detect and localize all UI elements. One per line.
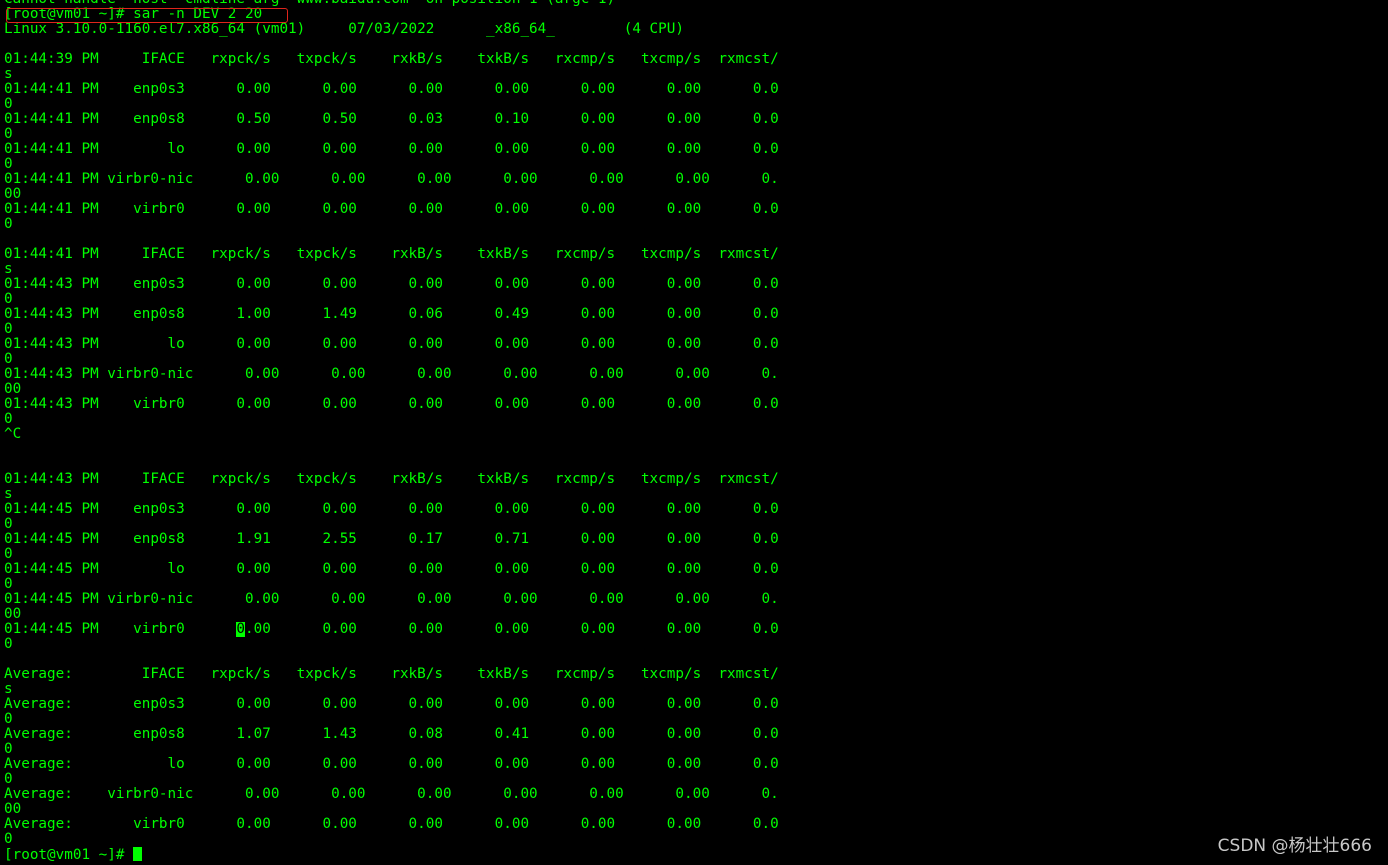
terminal-line: 01:44:41 PM enp0s8 0.50 0.50 0.03 0.10 0… [4,112,779,127]
terminal-line: s [4,487,13,502]
terminal-line: 00 [4,607,22,622]
terminal-line: 0 [4,322,13,337]
terminal-line: 01:44:41 PM enp0s3 0.00 0.00 0.00 0.00 0… [4,82,779,97]
terminal-line: 0 [4,547,13,562]
terminal-line: Average: IFACE rxpck/s txpck/s rxkB/s tx… [4,667,779,682]
terminal-line: 0 [4,832,13,847]
terminal-line: 01:44:41 PM lo 0.00 0.00 0.00 0.00 0.00 … [4,142,779,157]
terminal-line: 00 [4,802,22,817]
terminal-line: 0 [4,97,13,112]
terminal-line: 0 [4,577,13,592]
terminal-line: 01:44:45 PM enp0s8 1.91 2.55 0.17 0.71 0… [4,532,779,547]
terminal-line: s [4,262,13,277]
terminal-line: 01:44:39 PM IFACE rxpck/s txpck/s rxkB/s… [4,52,779,67]
terminal-line: 01:44:43 PM virbr0 0.00 0.00 0.00 0.00 0… [4,397,779,412]
terminal-line: 0 [4,352,13,367]
terminal-line: 00 [4,187,22,202]
terminal-line: 01:44:41 PM virbr0-nic 0.00 0.00 0.00 0.… [4,172,779,187]
terminal-line: 01:44:43 PM lo 0.00 0.00 0.00 0.00 0.00 … [4,337,779,352]
terminal-line: 00 [4,382,22,397]
terminal-line: 01:44:45 PM enp0s3 0.00 0.00 0.00 0.00 0… [4,502,779,517]
terminal-line: 0 [4,412,13,427]
terminal-line: 01:44:43 PM IFACE rxpck/s txpck/s rxkB/s… [4,472,779,487]
text-cursor [133,847,143,861]
terminal-line: Average: virbr0-nic 0.00 0.00 0.00 0.00 … [4,787,779,802]
terminal-line: 0 [4,157,13,172]
csdn-watermark: CSDN @杨壮壮666 [1217,836,1372,856]
terminal-line: Average: virbr0 0.00 0.00 0.00 0.00 0.00… [4,817,779,832]
terminal-line: 0 [4,772,13,787]
terminal-line: 01:44:43 PM virbr0-nic 0.00 0.00 0.00 0.… [4,367,779,382]
terminal-line: 01:44:41 PM virbr0 0.00 0.00 0.00 0.00 0… [4,202,779,217]
terminal-line: Average: enp0s3 0.00 0.00 0.00 0.00 0.00… [4,697,779,712]
terminal-line: 01:44:43 PM enp0s8 1.00 1.49 0.06 0.49 0… [4,307,779,322]
terminal-line: 0 [4,742,13,757]
terminal-line: 01:44:43 PM enp0s3 0.00 0.00 0.00 0.00 0… [4,277,779,292]
shell-prompt: [root@vm01 ~]# [4,847,1384,862]
terminal-line: 0 [4,712,13,727]
terminal-line: 01:44:45 PM lo 0.00 0.00 0.00 0.00 0.00 … [4,562,779,577]
terminal-line: ^C [4,427,22,442]
terminal-line: 0 [4,292,13,307]
terminal-line: 01:44:41 PM IFACE rxpck/s txpck/s rxkB/s… [4,247,779,262]
terminal-line: 01:44:45 PM virbr0 0.00 0.00 0.00 0.00 0… [4,622,779,637]
terminal-line: s [4,67,13,82]
terminal-line: Cannot handle "host" cmdline arg "www.ba… [4,0,1384,7]
terminal-output: Cannot handle "host" cmdline arg "www.ba… [4,0,1384,862]
selection-highlight: 0 [236,622,246,637]
terminal-line: 0 [4,127,13,142]
terminal-line: Linux 3.10.0-1160.el7.x86_64 (vm01) 07/0… [4,22,684,37]
terminal-line: Average: lo 0.00 0.00 0.00 0.00 0.00 0.0… [4,757,779,772]
command-line: [root@vm01 ~]# sar -n DEV 2 20 [4,7,263,22]
terminal-line: s [4,682,13,697]
terminal-window[interactable]: Cannot handle "host" cmdline arg "www.ba… [0,0,1388,865]
terminal-line: 0 [4,637,13,652]
terminal-line: Average: enp0s8 1.07 1.43 0.08 0.41 0.00… [4,727,779,742]
terminal-line: 0 [4,217,13,232]
terminal-line: 0 [4,517,13,532]
terminal-line: 01:44:45 PM virbr0-nic 0.00 0.00 0.00 0.… [4,592,779,607]
